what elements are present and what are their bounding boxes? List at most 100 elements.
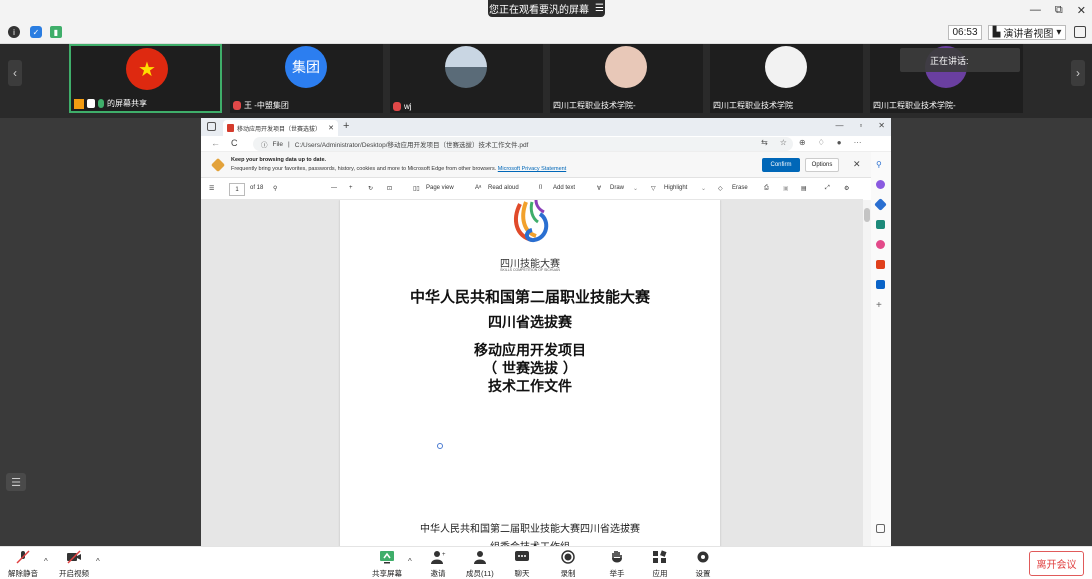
privacy-link[interactable]: Microsoft Privacy Statement bbox=[498, 166, 566, 172]
notice-body: Frequently bring your favorites, passwor… bbox=[231, 166, 497, 172]
host-icon bbox=[74, 98, 84, 109]
participant-name: 的屏幕共享 bbox=[107, 99, 147, 108]
extensions-icon[interactable]: ♢ bbox=[818, 138, 825, 147]
svg-text:+: + bbox=[442, 552, 446, 558]
chevron-down-icon[interactable]: ⌄ bbox=[633, 185, 638, 192]
address-bar[interactable]: ⓘ File | C:/Users/Administrator/Desktop/… bbox=[253, 137, 793, 151]
record-button[interactable]: 录制 bbox=[560, 550, 576, 579]
avatar: 集团 bbox=[285, 46, 327, 88]
rotate-icon[interactable]: ↻ bbox=[368, 185, 373, 192]
save-icon[interactable]: ▣ bbox=[783, 185, 789, 192]
highlight-button[interactable]: Highlight bbox=[664, 185, 687, 191]
meeting-timer: 06:53 bbox=[948, 25, 982, 40]
edge-browser-window: 移动应用开发项目（世赛选拔） ✕ + — ▫ ✕ ← C ⓘ File | C:… bbox=[201, 118, 891, 546]
zoom-out-button[interactable]: — bbox=[331, 185, 337, 191]
contents-icon[interactable]: ☰ bbox=[209, 185, 214, 192]
page-number-input[interactable]: 1 bbox=[229, 183, 245, 196]
skills-competition-logo bbox=[514, 200, 549, 243]
share-screen-button[interactable]: 共享屏幕 bbox=[372, 550, 402, 579]
games-icon[interactable] bbox=[876, 240, 885, 249]
search-icon[interactable]: ⚲ bbox=[876, 160, 885, 169]
sharing-notice-pill[interactable]: 您正在观看要汎的屏幕 ☰ bbox=[488, 0, 605, 17]
tab-actions-icon[interactable] bbox=[207, 122, 216, 131]
participant-tile[interactable]: ★ 的屏幕共享 bbox=[69, 44, 222, 113]
loading-cursor-icon bbox=[437, 443, 443, 449]
new-tab-button[interactable]: + bbox=[343, 120, 349, 132]
expand-icon[interactable]: ⤢ bbox=[825, 185, 830, 192]
tab-title: 移动应用开发项目（世赛选拔） bbox=[237, 126, 322, 133]
outlook-icon[interactable] bbox=[876, 280, 885, 289]
chevron-down-icon[interactable]: ⌄ bbox=[701, 185, 706, 192]
add-icon[interactable]: + bbox=[876, 300, 885, 311]
fullscreen-icon[interactable] bbox=[1074, 26, 1086, 38]
read-aloud-icon[interactable]: ⇆ bbox=[761, 138, 768, 147]
profile-icon[interactable]: ● bbox=[837, 138, 842, 147]
doc-title-line-1: 中华人民共和国第二届职业技能大赛 bbox=[409, 288, 650, 306]
more-icon[interactable]: ··· bbox=[854, 138, 862, 147]
signal-icon[interactable]: ▮ bbox=[50, 26, 62, 38]
back-button[interactable]: ← bbox=[211, 138, 220, 148]
browser-tab[interactable]: 移动应用开发项目（世赛选拔） ✕ bbox=[223, 120, 338, 136]
edge-notice-icon bbox=[210, 157, 226, 173]
participant-tile[interactable]: 集团 王 -中盟集团 bbox=[230, 44, 383, 113]
chevron-up-icon[interactable]: ^ bbox=[44, 557, 48, 566]
toolbox-icon[interactable] bbox=[876, 220, 885, 229]
shield-icon[interactable]: ✓ bbox=[30, 26, 42, 38]
gallery-next-button[interactable]: › bbox=[1071, 60, 1085, 86]
browser-maximize-button[interactable]: ▫ bbox=[859, 121, 862, 130]
unmute-button[interactable]: 解除静音 bbox=[8, 550, 38, 579]
close-button[interactable]: ✕ bbox=[1077, 4, 1086, 17]
zoom-in-button[interactable]: + bbox=[349, 185, 353, 191]
print-icon[interactable]: ⎙ bbox=[764, 185, 769, 192]
participant-tile[interactable]: wj bbox=[390, 44, 543, 113]
browser-close-button[interactable]: ✕ bbox=[878, 121, 885, 130]
refresh-button[interactable]: C bbox=[231, 138, 238, 148]
invite-button[interactable]: + 邀请 bbox=[430, 550, 446, 579]
confirm-button[interactable]: Confirm bbox=[762, 158, 800, 172]
save-as-icon[interactable]: ▤ bbox=[801, 185, 807, 192]
raise-hand-button[interactable]: 举手 bbox=[609, 550, 625, 579]
search-icon[interactable]: ⚲ bbox=[273, 185, 277, 192]
chevron-up-icon[interactable]: ^ bbox=[408, 557, 412, 566]
favorite-star-icon[interactable]: ☆ bbox=[780, 138, 787, 147]
list-icon[interactable]: ☰ bbox=[595, 3, 604, 14]
page-view-button[interactable]: Page view bbox=[426, 185, 454, 191]
read-aloud-button[interactable]: Read aloud bbox=[488, 185, 519, 191]
notice-title: Keep your browsing data up to date. bbox=[231, 157, 327, 163]
start-video-button[interactable]: 开启视频 bbox=[59, 550, 89, 579]
minimize-button[interactable]: — bbox=[1030, 4, 1041, 17]
erase-icon: ◇ bbox=[718, 186, 723, 192]
fit-page-icon[interactable]: ⊡ bbox=[387, 185, 392, 192]
tab-close-button[interactable]: ✕ bbox=[328, 124, 334, 132]
members-button[interactable]: 成员(11) bbox=[466, 550, 494, 579]
notice-close-button[interactable]: ✕ bbox=[853, 159, 861, 170]
restore-button[interactable]: ⧉ bbox=[1055, 4, 1063, 17]
scroll-thumb[interactable] bbox=[864, 208, 870, 222]
erase-button[interactable]: Erase bbox=[732, 185, 748, 191]
pdf-scrollbar[interactable] bbox=[863, 200, 871, 546]
options-button[interactable]: Options bbox=[805, 158, 839, 172]
settings-button[interactable]: 设置 bbox=[695, 550, 711, 579]
draw-button[interactable]: Draw bbox=[610, 185, 624, 191]
list-icon[interactable]: ☰ bbox=[6, 473, 26, 491]
info-icon[interactable]: i bbox=[8, 26, 20, 38]
gallery-prev-button[interactable]: ‹ bbox=[8, 60, 22, 86]
leave-meeting-button[interactable]: 离开会议 bbox=[1029, 551, 1084, 576]
browser-window-controls: — ▫ ✕ bbox=[835, 121, 885, 130]
view-mode-button[interactable]: ▙ 演讲者视图 ▾ bbox=[988, 25, 1066, 40]
participant-tile[interactable]: 四川工程职业技术学院 bbox=[710, 44, 863, 113]
collections-icon[interactable]: ⊕ bbox=[799, 138, 806, 147]
chat-button[interactable]: 聊天 bbox=[514, 550, 530, 579]
gear-icon[interactable]: ⚙ bbox=[844, 185, 849, 192]
browser-minimize-button[interactable]: — bbox=[835, 121, 843, 130]
chevron-up-icon[interactable]: ^ bbox=[96, 557, 100, 566]
apps-button[interactable]: 应用 bbox=[652, 550, 668, 579]
sidebar-toggle-icon[interactable] bbox=[876, 524, 885, 533]
participant-tile[interactable]: 四川工程职业技术学院- bbox=[550, 44, 703, 113]
pdf-viewer[interactable]: 四川技能大赛 SKILLS COMPETITION OF SICHUAN 中华人… bbox=[201, 200, 863, 546]
copilot-icon[interactable] bbox=[876, 180, 885, 189]
office-icon[interactable] bbox=[876, 260, 885, 269]
participant-name: 王 -中盟集团 bbox=[244, 101, 289, 110]
tag-icon[interactable] bbox=[874, 198, 887, 211]
add-text-button[interactable]: Add text bbox=[553, 185, 575, 191]
